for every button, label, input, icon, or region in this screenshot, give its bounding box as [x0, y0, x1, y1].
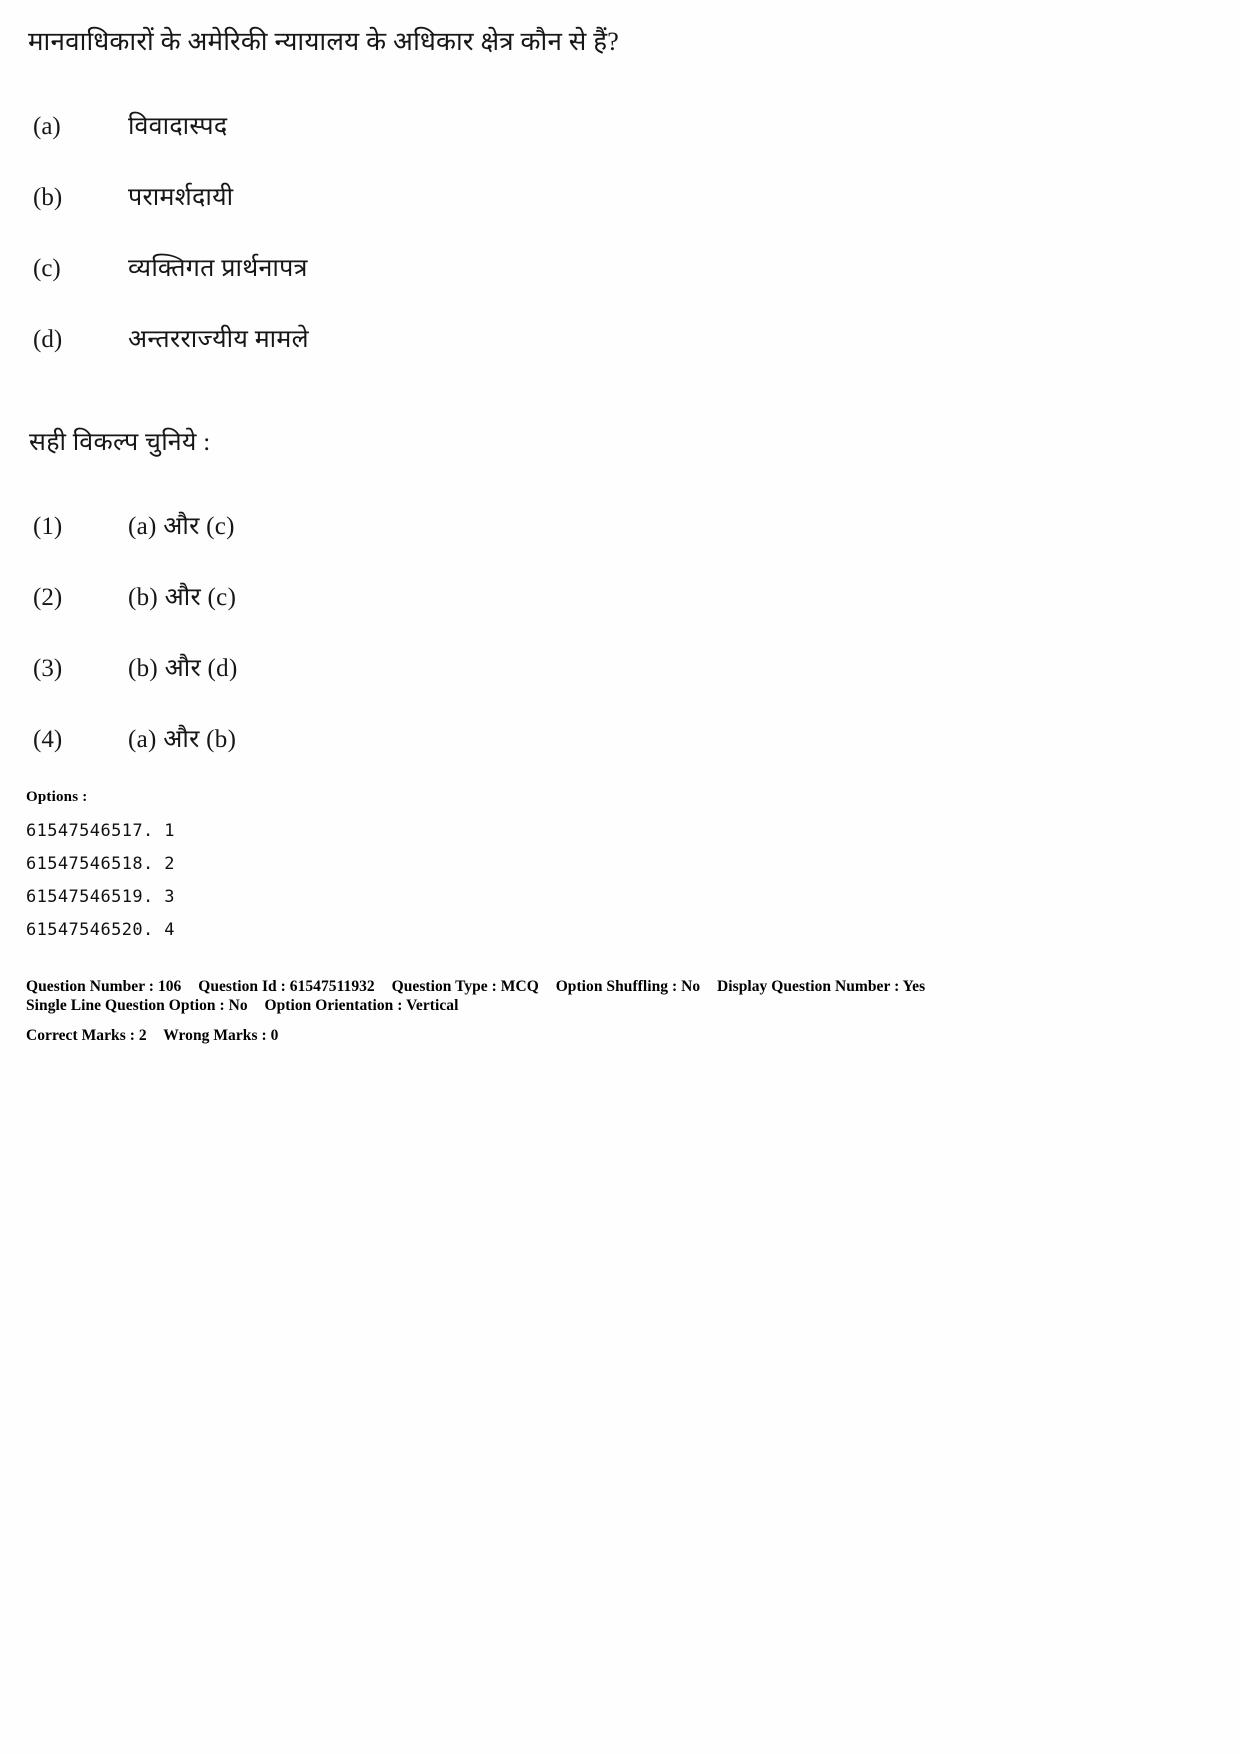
- options-heading: Options :: [26, 789, 88, 805]
- answer-choice-number: (2): [33, 584, 63, 611]
- answer-choice-text: (b) और (c): [128, 584, 237, 611]
- answer-choice-4[interactable]: (4) (a) और (b): [33, 721, 733, 792]
- metadata-line-marks: Correct Marks : 2 Wrong Marks : 0: [26, 1026, 1126, 1045]
- statement-list: (a) विवादास्पद (b) परामर्शदायी (c) व्यक्…: [33, 108, 933, 392]
- metadata-line-secondary: Single Line Question Option : No Option …: [26, 996, 1126, 1015]
- statement-text: परामर्शदायी: [128, 184, 234, 211]
- answer-choice-list: (1) (a) और (c) (2) (b) और (c) (3) (b) और…: [33, 508, 733, 792]
- answer-choice-1[interactable]: (1) (a) और (c): [33, 508, 733, 579]
- answer-choice-3[interactable]: (3) (b) और (d): [33, 650, 733, 721]
- option-id-row: 61547546520. 4: [26, 920, 175, 940]
- option-id-row: 61547546519. 3: [26, 887, 175, 907]
- options-id-block: Options : 61547546517. 1 61547546518. 2 …: [26, 789, 526, 947]
- question-number-label: Question Number : 106: [26, 978, 182, 995]
- statement-row: (c) व्यक्तिगत प्रार्थनापत्र: [33, 250, 933, 321]
- single-line-question-option-label: Single Line Question Option : No: [26, 997, 248, 1014]
- question-stem: मानवाधिकारों के अमेरिकी न्यायालय के अधिक…: [28, 27, 619, 56]
- statement-label: (c): [33, 255, 61, 282]
- option-id-row: 61547546518. 2: [26, 854, 175, 874]
- answer-choice-text: (b) और (d): [128, 655, 238, 682]
- metadata-line-primary: Question Number : 106 Question Id : 6154…: [26, 977, 1126, 996]
- question-page: मानवाधिकारों के अमेरिकी न्यायालय के अधिक…: [0, 0, 1240, 1754]
- question-id-label: Question Id : 61547511932: [198, 978, 375, 995]
- statement-row: (d) अन्तरराज्यीय मामले: [33, 321, 933, 392]
- statement-label: (b): [33, 184, 63, 211]
- statement-text: अन्तरराज्यीय मामले: [128, 326, 309, 353]
- wrong-marks-label: Wrong Marks : 0: [163, 1027, 279, 1044]
- answer-choice-text: (a) और (b): [128, 726, 237, 753]
- answer-choice-number: (3): [33, 655, 63, 682]
- answer-choice-number: (1): [33, 513, 63, 540]
- question-metadata: Question Number : 106 Question Id : 6154…: [26, 977, 1126, 1045]
- option-id-row: 61547546517. 1: [26, 821, 175, 841]
- display-question-number-label: Display Question Number : Yes: [717, 978, 926, 995]
- question-type-label: Question Type : MCQ: [391, 978, 539, 995]
- option-orientation-label: Option Orientation : Vertical: [264, 997, 459, 1014]
- correct-marks-label: Correct Marks : 2: [26, 1027, 147, 1044]
- option-shuffling-label: Option Shuffling : No: [555, 978, 701, 995]
- statement-label: (d): [33, 326, 63, 353]
- statement-row: (b) परामर्शदायी: [33, 179, 933, 250]
- choose-correct-option-prompt: सही विकल्प चुनिये :: [29, 429, 211, 456]
- statement-label: (a): [33, 113, 61, 140]
- answer-choice-text: (a) और (c): [128, 513, 235, 540]
- statement-row: (a) विवादास्पद: [33, 108, 933, 179]
- statement-text: विवादास्पद: [128, 113, 228, 140]
- answer-choice-number: (4): [33, 726, 63, 753]
- answer-choice-2[interactable]: (2) (b) और (c): [33, 579, 733, 650]
- statement-text: व्यक्तिगत प्रार्थनापत्र: [128, 255, 308, 282]
